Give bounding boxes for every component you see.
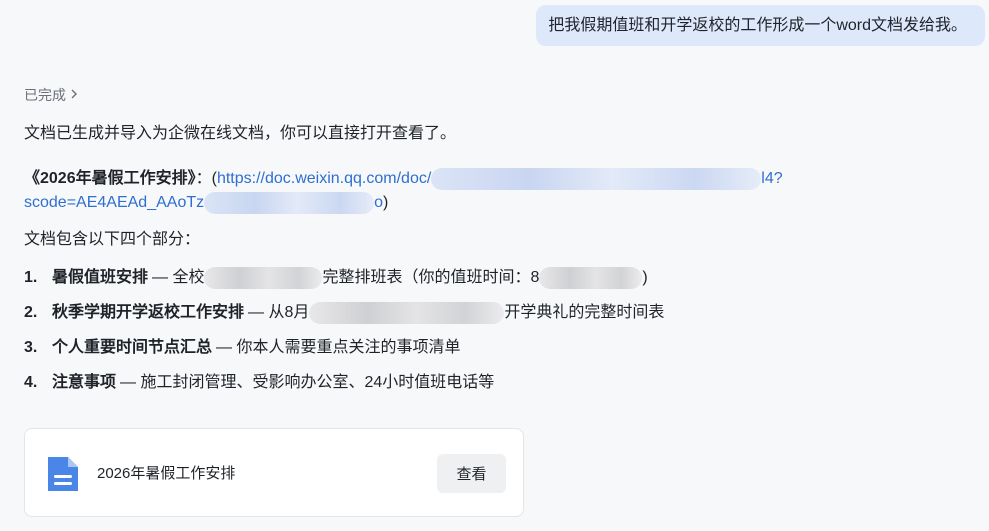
view-button[interactable]: 查看 (437, 454, 506, 493)
document-card-title: 2026年暑假工作安排 (97, 465, 236, 482)
answer-intro: 文档已生成并导入为企微在线文档，你可以直接打开查看了。 (24, 125, 457, 142)
assistant-answer: 文档已生成并导入为企微在线文档，你可以直接打开查看了。 《2026年暑假工作安排… (24, 122, 984, 406)
list-item-desc: — 你本人需要重点关注的事项清单 (216, 339, 461, 356)
list-item-title: 暑假值班安排 (52, 269, 149, 286)
list-item: 1. 暑假值班安排 — 全校 完整排班表（你的值班时间：8 ) (24, 266, 984, 290)
list-item-desc: ) (642, 269, 648, 286)
doc-link-part1[interactable]: https://doc.weixin.qq.com/doc/ (217, 170, 431, 187)
list-number: 2. (24, 304, 38, 321)
chevron-right-icon (70, 85, 78, 105)
list-number: 3. (24, 339, 38, 356)
doc-title: 《2026年暑假工作安排》 (24, 170, 196, 187)
list-item-title: 秋季学期开学返校工作安排 (52, 304, 245, 321)
list-item-title: 注意事项 (52, 374, 117, 391)
redacted-link-segment (431, 167, 762, 190)
user-message-bubble: 把我假期值班和开学返校的工作形成一个word文档发给我。 (536, 5, 985, 46)
list-item: 3. 个人重要时间节点汇总 — 你本人需要重点关注的事项清单 (24, 336, 984, 360)
list-item-title: 个人重要时间节点汇总 (52, 339, 213, 356)
doc-link-part2[interactable]: scode=AE4AEAd_AAoTz (24, 194, 204, 211)
redacted-text (204, 267, 323, 289)
sections-intro: 文档包含以下四个部分： (24, 231, 201, 248)
doc-colon: ：( (195, 170, 217, 187)
document-icon (44, 455, 82, 493)
list-item: 4. 注意事项 — 施工封闭管理、受影响办公室、24小时值班电话等 (24, 371, 984, 395)
sections-list: 1. 暑假值班安排 — 全校 完整排班表（你的值班时间：8 ) 2. 秋季学期开… (24, 266, 984, 395)
list-item-desc: — 从8月 (248, 304, 310, 321)
list-item-desc: — 全校 (152, 269, 205, 286)
list-item-desc: — 施工封闭管理、受影响办公室、24小时值班电话等 (120, 374, 495, 391)
list-item-desc: 完整排班表（你的值班时间：8 (322, 269, 540, 286)
doc-link-part1-tail[interactable]: l4? (761, 170, 782, 187)
doc-link-part2-tail[interactable]: o (374, 194, 383, 211)
status-label: 已完成 (24, 87, 66, 103)
list-number: 4. (24, 374, 38, 391)
redacted-text (309, 302, 505, 324)
redacted-text (539, 267, 643, 289)
redacted-link-segment (204, 191, 375, 214)
doc-link-close: ) (383, 194, 389, 211)
list-item-desc: 开学典礼的完整时间表 (504, 304, 665, 321)
list-item: 2. 秋季学期开学返校工作安排 — 从8月 开学典礼的完整时间表 (24, 301, 984, 325)
user-message-text: 把我假期值班和开学返校的工作形成一个word文档发给我。 (548, 17, 967, 34)
list-number: 1. (24, 269, 38, 286)
doc-link-line: 《2026年暑假工作安排》：(https://doc.weixin.qq.com… (24, 167, 984, 215)
document-card[interactable]: 2026年暑假工作安排 查看 (24, 428, 524, 517)
completion-status[interactable]: 已完成 (24, 85, 78, 105)
